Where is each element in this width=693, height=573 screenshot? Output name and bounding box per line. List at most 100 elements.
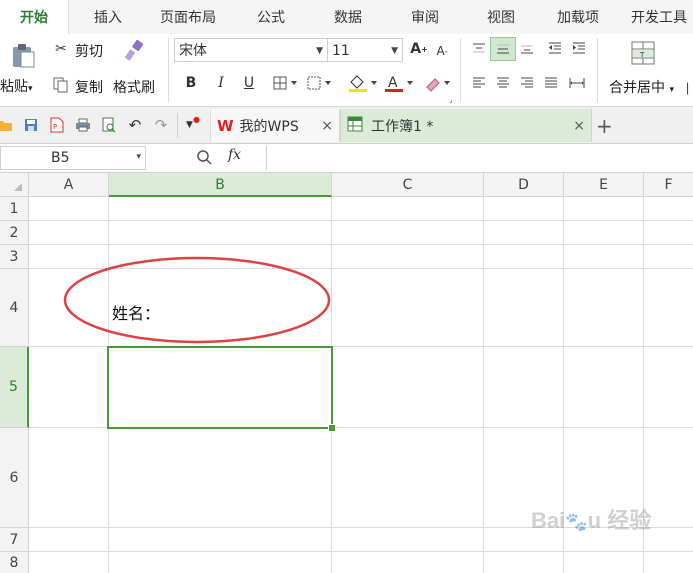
font-dialog-launcher-icon[interactable]: ⌟ — [447, 96, 455, 104]
row-header-2[interactable]: 2 — [0, 221, 29, 245]
print-icon[interactable] — [74, 116, 92, 134]
quick-access-toolbar: P ↶ ↷ ▼ ● W 我的WPS × 工作簿1 * × + — [0, 107, 693, 144]
row-header-5[interactable]: 5 — [0, 347, 29, 428]
italic-icon[interactable]: I — [212, 74, 230, 92]
column-header-f[interactable]: F — [644, 173, 693, 197]
divider — [168, 38, 169, 102]
undo-icon[interactable]: ↶ — [126, 116, 144, 134]
grid-line — [29, 220, 693, 221]
font-name-select[interactable]: 宋体 ▼ — [174, 38, 328, 62]
name-box[interactable]: B5 ▾ — [0, 146, 146, 170]
close-icon[interactable]: × — [573, 118, 585, 134]
align-center-icon[interactable] — [494, 74, 512, 92]
tab-workbook[interactable]: 工作簿1 * × — [340, 109, 592, 142]
align-bottom-icon[interactable] — [518, 39, 536, 57]
divider — [597, 38, 598, 102]
align-right-icon[interactable] — [518, 74, 536, 92]
formula-input[interactable] — [266, 146, 693, 170]
format-painter-icon[interactable] — [121, 38, 147, 64]
zoom-search-icon[interactable] — [196, 149, 214, 167]
tab-label: 我的WPS — [239, 118, 299, 135]
new-tab-button[interactable]: + — [596, 109, 616, 142]
merge-center-icon[interactable]: T — [630, 40, 656, 66]
column-header-c[interactable]: C — [332, 173, 484, 197]
tab-developer[interactable]: 开发工具 — [631, 0, 687, 34]
redo-icon[interactable]: ↷ — [152, 116, 170, 134]
row-header-6[interactable]: 6 — [0, 428, 29, 528]
bold-icon[interactable]: B — [182, 74, 200, 92]
tab-review[interactable]: 审阅 — [411, 0, 439, 34]
clear-format-icon[interactable] — [422, 72, 454, 94]
copy-icon — [52, 76, 70, 94]
select-all-corner[interactable] — [0, 173, 29, 197]
cut-button[interactable]: 剪切 — [75, 41, 103, 61]
tab-home[interactable]: 开始 — [0, 0, 69, 34]
decrease-font-icon[interactable]: A- — [433, 42, 451, 60]
distributed-align-icon[interactable] — [568, 74, 586, 92]
fill-color-icon[interactable] — [346, 72, 380, 94]
column-header-e[interactable]: E — [564, 173, 644, 197]
grid-line — [483, 197, 484, 573]
tab-insert[interactable]: 插入 — [94, 0, 122, 34]
fill-handle[interactable] — [328, 424, 336, 432]
ribbon-tab-bar: 开始 插入 页面布局 公式 数据 审阅 视图 加载项 开发工具 — [0, 0, 693, 34]
increase-indent-icon[interactable] — [570, 39, 588, 57]
align-left-icon[interactable] — [470, 74, 488, 92]
tab-label: 工作簿1 * — [371, 118, 434, 135]
row-header-7[interactable]: 7 — [0, 528, 29, 552]
selected-cell-b5[interactable] — [107, 346, 333, 429]
tab-page-layout[interactable]: 页面布局 — [160, 0, 216, 34]
export-pdf-icon[interactable]: P — [48, 116, 66, 134]
svg-text:A: A — [388, 75, 398, 91]
spreadsheet-grid: A B C D E F 1 2 3 4 5 6 7 8 姓名： Bai🐾u 经验 — [0, 173, 693, 573]
cell-reference: B5 — [51, 150, 70, 166]
annotation-ellipse — [63, 256, 331, 344]
close-icon[interactable]: × — [321, 118, 333, 134]
overflow-icon[interactable]: ▏ — [687, 82, 693, 96]
justify-icon[interactable] — [542, 74, 560, 92]
align-middle-icon[interactable] — [490, 37, 516, 61]
tab-addins[interactable]: 加载项 — [557, 0, 599, 34]
grid-line — [29, 244, 693, 245]
align-top-icon[interactable] — [470, 39, 488, 57]
grid-line — [29, 551, 693, 552]
copy-button[interactable]: 复制 — [75, 77, 103, 97]
open-folder-icon[interactable] — [0, 116, 14, 134]
merge-center-button[interactable]: 合并居中 ▾ — [609, 77, 674, 97]
formula-bar: B5 ▾ fx — [0, 144, 693, 173]
column-header-d[interactable]: D — [484, 173, 564, 197]
insert-function-button[interactable]: fx — [228, 147, 241, 163]
row-header-4[interactable]: 4 — [0, 269, 29, 347]
save-icon[interactable] — [22, 116, 40, 134]
scissors-icon: ✂ — [55, 41, 67, 57]
cell-style-icon[interactable] — [306, 74, 334, 92]
divider — [177, 113, 178, 137]
font-color-icon[interactable]: A — [382, 72, 416, 94]
svg-text:P: P — [53, 123, 57, 131]
row-header-8[interactable]: 8 — [0, 552, 29, 573]
row-header-3[interactable]: 3 — [0, 245, 29, 269]
tab-formula[interactable]: 公式 — [257, 0, 285, 34]
baidu-watermark: Bai🐾u 经验 — [531, 508, 652, 533]
decrease-indent-icon[interactable] — [546, 39, 564, 57]
column-header-b[interactable]: B — [109, 173, 332, 197]
divider — [460, 38, 461, 102]
increase-font-icon[interactable]: A + — [410, 40, 428, 58]
print-preview-icon[interactable] — [100, 116, 118, 134]
ribbon-panel: 粘贴▾ ✂ 剪切 复制 格式刷 宋体 ▼ 11 ▼ A + A- B I U A ⌟ — [0, 34, 693, 107]
format-painter-button[interactable]: 格式刷 — [113, 77, 155, 97]
tab-data[interactable]: 数据 — [334, 0, 362, 34]
tab-my-wps[interactable]: W 我的WPS × — [210, 109, 340, 142]
column-header-a[interactable]: A — [29, 173, 109, 197]
underline-icon[interactable]: U — [240, 74, 258, 92]
row-header-1[interactable]: 1 — [0, 197, 29, 221]
tab-view[interactable]: 视图 — [487, 0, 515, 34]
paste-icon[interactable] — [6, 38, 40, 72]
border-icon[interactable] — [272, 74, 300, 92]
spreadsheet-icon — [347, 116, 363, 136]
wps-logo-icon: W — [217, 116, 234, 135]
customize-toolbar-icon[interactable]: ▼ ● — [184, 115, 202, 134]
paste-button[interactable]: 粘贴▾ — [0, 76, 33, 96]
chevron-down-icon[interactable]: ▾ — [136, 152, 141, 162]
font-size-select[interactable]: 11 ▼ — [327, 38, 403, 62]
